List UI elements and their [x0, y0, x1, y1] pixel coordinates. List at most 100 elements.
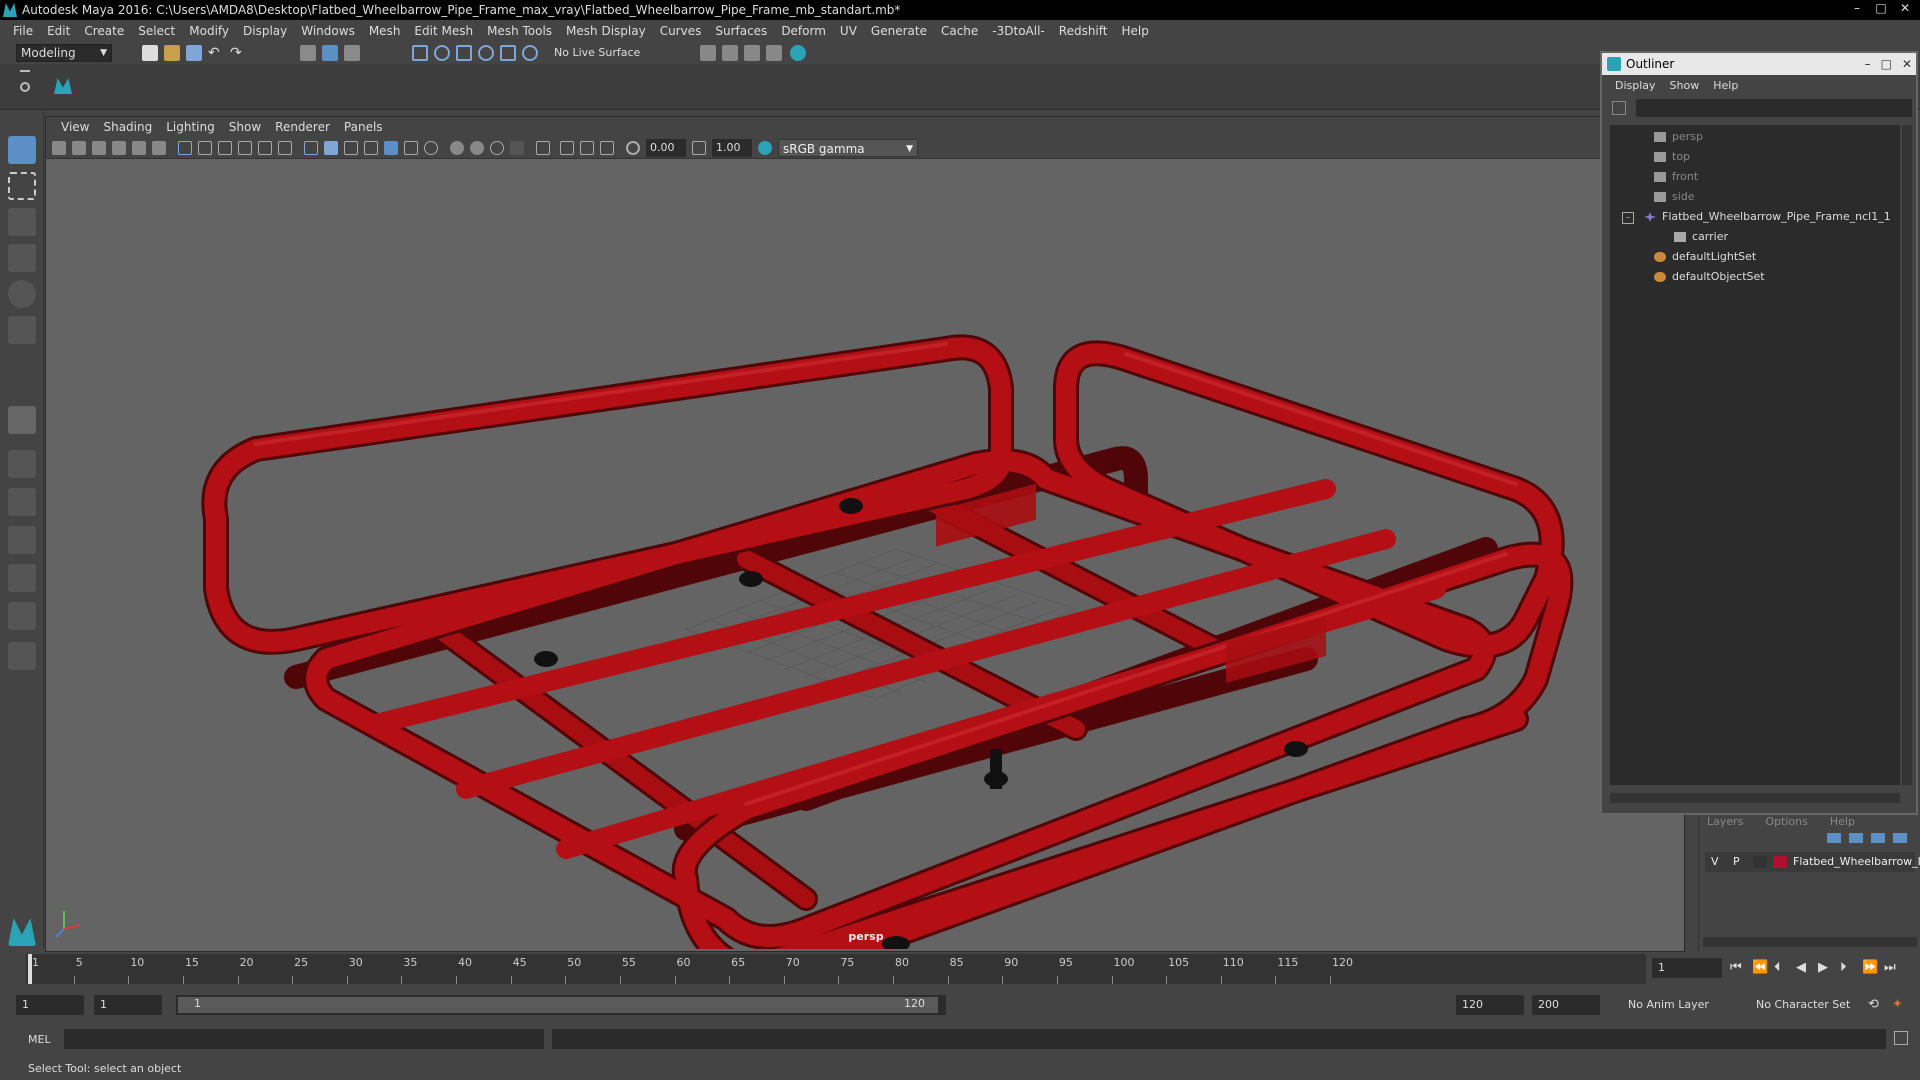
menu-edit-mesh[interactable]: Edit Mesh	[407, 24, 480, 38]
bookmark-icon[interactable]	[92, 141, 106, 155]
render-frame-icon[interactable]	[722, 45, 738, 61]
select-object-icon[interactable]	[322, 45, 338, 61]
vp-menu-panels[interactable]: Panels	[337, 120, 390, 134]
layout-graph-icon[interactable]	[8, 564, 36, 592]
outliner-menu-display[interactable]: Display	[1608, 79, 1663, 92]
playback-end-field[interactable]: 120	[1456, 995, 1524, 1015]
menu-modify[interactable]: Modify	[182, 24, 236, 38]
snap-view-icon[interactable]	[478, 45, 494, 61]
new-scene-icon[interactable]	[142, 45, 158, 61]
shadows-icon[interactable]	[404, 141, 418, 155]
live-surface-label[interactable]: No Live Surface	[554, 46, 640, 59]
range-bar-handle[interactable]	[178, 997, 938, 1013]
layer-row[interactable]: V P Flatbed_Wheelbarrow_I	[1705, 852, 1920, 872]
menu-uv[interactable]: UV	[833, 24, 864, 38]
menu-deform[interactable]: Deform	[774, 24, 833, 38]
vp-menu-shading[interactable]: Shading	[96, 120, 159, 134]
menu-mesh[interactable]: Mesh	[362, 24, 408, 38]
playback-start-field[interactable]: 1	[94, 995, 162, 1015]
snap-curve-icon[interactable]	[434, 45, 450, 61]
menu-cache[interactable]: Cache	[934, 24, 985, 38]
current-frame-field[interactable]: 1	[1652, 958, 1722, 978]
maya-shelf-icon[interactable]	[54, 78, 72, 94]
character-set-select[interactable]: No Character Set	[1750, 995, 1864, 1015]
outliner-menu-help[interactable]: Help	[1706, 79, 1745, 92]
lights-icon[interactable]	[384, 141, 398, 155]
command-input[interactable]	[64, 1029, 544, 1049]
layer-name[interactable]: Flatbed_Wheelbarrow_I	[1793, 852, 1920, 872]
step-forward-key-icon[interactable]: ⏩	[1862, 960, 1878, 975]
snap-surface-icon[interactable]	[500, 45, 516, 61]
vp-menu-renderer[interactable]: Renderer	[268, 120, 337, 134]
time-slider[interactable]: 1 5 10 15 20 25 30 35 40 45 50 55 60 65 70 75 80 85 90 95 10…	[0, 952, 1920, 986]
options-tab[interactable]: Options	[1765, 815, 1807, 828]
step-forward-frame-icon[interactable]: ⏵	[1840, 960, 1847, 975]
menu-windows[interactable]: Windows	[294, 24, 362, 38]
lasso-tool-icon[interactable]	[8, 172, 36, 200]
2d-pan-icon[interactable]	[132, 141, 146, 155]
scale-tool-icon[interactable]	[8, 316, 36, 344]
shelf-settings-icon[interactable]	[20, 82, 30, 92]
anim-prefs-icon[interactable]: ✦	[1892, 997, 1903, 1012]
scene-end-field[interactable]: 200	[1532, 995, 1600, 1015]
play-backwards-icon[interactable]: ◀	[1796, 960, 1806, 975]
menu-surfaces[interactable]: Surfaces	[708, 24, 774, 38]
auto-key-icon[interactable]: ⟲	[1868, 997, 1879, 1012]
minimize-button[interactable]: –	[1846, 0, 1868, 16]
safe-action-icon[interactable]	[278, 141, 292, 155]
outliner-item-group[interactable]: – Flatbed_Wheelbarrow_Pipe_Frame_ncl1_1	[1622, 207, 1891, 227]
layer-display-type[interactable]	[1753, 856, 1767, 868]
textured-icon[interactable]	[364, 141, 378, 155]
menu-generate[interactable]: Generate	[864, 24, 934, 38]
go-to-start-icon[interactable]: ⏮	[1730, 960, 1742, 975]
outliner-item-lightset[interactable]: defaultLightSet	[1654, 247, 1756, 267]
vp-menu-show[interactable]: Show	[222, 120, 268, 134]
collapse-icon[interactable]: –	[1622, 212, 1634, 224]
undo-icon[interactable]: ↶	[208, 45, 224, 61]
colorspace-select[interactable]: sRGB gamma ▼	[778, 139, 918, 157]
camera-attr-icon[interactable]	[72, 141, 86, 155]
menu-redshift[interactable]: Redshift	[1052, 24, 1115, 38]
outliner-close-button[interactable]: ✕	[1902, 53, 1912, 75]
outliner-vertical-scrollbar[interactable]	[1902, 125, 1912, 785]
outliner-minimize-button[interactable]: –	[1865, 53, 1871, 75]
outliner-maximize-button[interactable]: □	[1881, 53, 1892, 75]
motion-blur-icon[interactable]	[450, 141, 464, 155]
xray-joints-icon[interactable]	[560, 141, 574, 155]
layer-scrollbar[interactable]	[1703, 937, 1917, 947]
outliner-item-carrier[interactable]: carrier	[1674, 227, 1728, 247]
save-scene-icon[interactable]	[186, 45, 202, 61]
camera-select-icon[interactable]	[52, 141, 66, 155]
layer-playback-toggle[interactable]: P	[1733, 852, 1740, 872]
close-button[interactable]: ✕	[1894, 0, 1916, 16]
film-gate-icon[interactable]	[198, 141, 212, 155]
field-chart-icon[interactable]	[258, 141, 272, 155]
outliner-search-input[interactable]	[1636, 99, 1912, 117]
ipr-render-icon[interactable]	[744, 45, 760, 61]
grid-toggle-icon[interactable]	[178, 141, 192, 155]
outliner-item-persp[interactable]: persp	[1654, 127, 1703, 147]
paint-select-icon[interactable]	[8, 208, 36, 236]
outliner-window[interactable]: Outliner – □ ✕ Display Show Help persp top…	[1600, 51, 1918, 815]
render-view-icon[interactable]	[700, 45, 716, 61]
outliner-titlebar[interactable]: Outliner – □ ✕	[1602, 53, 1916, 75]
menu-file[interactable]: File	[6, 24, 40, 38]
layer-color-swatch[interactable]	[1773, 856, 1787, 868]
anim-layer-select[interactable]: No Anim Layer	[1622, 995, 1742, 1015]
step-back-frame-icon[interactable]: ⏴	[1774, 960, 1781, 975]
current-frame-marker[interactable]	[28, 954, 32, 984]
xray-components-icon[interactable]	[580, 141, 594, 155]
hypershade-icon[interactable]	[790, 45, 806, 61]
layout-four-icon[interactable]	[8, 450, 36, 478]
layout-outliner-icon[interactable]	[8, 526, 36, 554]
new-layer-selected-icon[interactable]	[1893, 833, 1907, 843]
viewport-panel[interactable]: View Shading Lighting Show Renderer Pane…	[45, 116, 1685, 952]
menu-edit[interactable]: Edit	[40, 24, 77, 38]
layout-single-icon[interactable]	[8, 406, 36, 434]
cmd-language-label[interactable]: MEL	[28, 1033, 51, 1046]
wireframe-icon[interactable]	[304, 141, 318, 155]
scene-3d-view[interactable]	[46, 159, 1685, 949]
outliner-menu-show[interactable]: Show	[1663, 79, 1707, 92]
antialiasing-icon[interactable]	[470, 141, 484, 155]
menu-3dtoall[interactable]: -3DtoAll-	[985, 24, 1051, 38]
